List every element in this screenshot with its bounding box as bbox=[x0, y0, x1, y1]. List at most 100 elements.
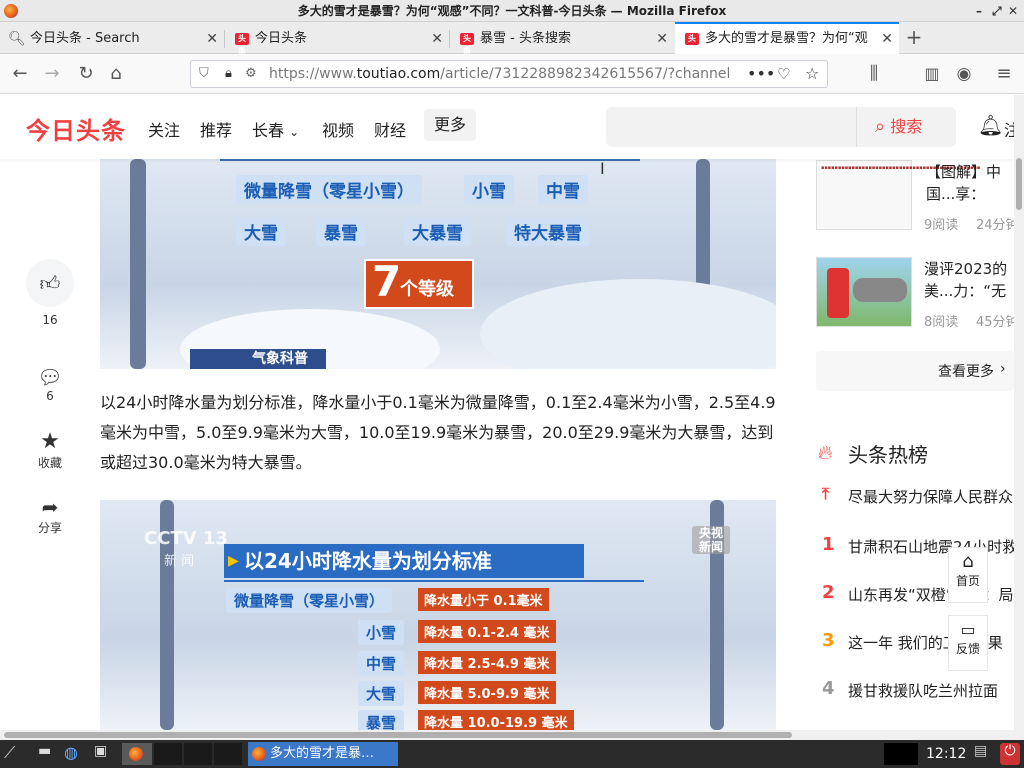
see-more-button[interactable]: 查看更多 › bbox=[816, 351, 1014, 391]
workspace-2[interactable] bbox=[184, 743, 212, 765]
related-title[interactable]: 漫评2023的美...力：“无止境” bbox=[924, 258, 1014, 302]
share-action[interactable]: ➦ 分享 bbox=[26, 495, 74, 536]
nav-toolbar: ← → ↻ ⌂ ⛉ 🔒︎ ⚙ https://www.toutiao.com/a… bbox=[0, 54, 1024, 94]
home-float-button[interactable]: ⌂ 首页 bbox=[948, 547, 988, 603]
windows-icon[interactable]: ▣ bbox=[94, 743, 114, 765]
snow-drift bbox=[480, 279, 776, 369]
heading-underline bbox=[224, 580, 644, 582]
workspace-3[interactable] bbox=[214, 743, 242, 765]
vertical-scrollbar-thumb[interactable] bbox=[1016, 158, 1022, 210]
comment-icon[interactable]: 💬︎ bbox=[26, 365, 74, 389]
bookmark-star-icon[interactable]: ☆ bbox=[805, 61, 819, 87]
tray-area bbox=[884, 743, 918, 765]
url-bar[interactable]: ⛉ 🔒︎ ⚙ https://www.toutiao.com/article/7… bbox=[190, 60, 828, 88]
tab-toutiao-home[interactable]: 头条 今日头条 ✕ bbox=[225, 24, 449, 55]
pocket-icon[interactable]: ♡ bbox=[777, 61, 790, 87]
sidebar-toggle-icon[interactable]: ▥ bbox=[920, 62, 944, 86]
home-icon[interactable]: ⌂ bbox=[104, 62, 128, 86]
favorite-action[interactable]: ★ 收藏 bbox=[26, 429, 74, 471]
feedback-float-button[interactable]: ▭ 反馈 bbox=[948, 615, 988, 671]
workspace-1[interactable] bbox=[154, 743, 182, 765]
precip-amount: 降水量 0.1-2.4 毫米 bbox=[418, 620, 556, 643]
level-badge: 中雪 bbox=[538, 175, 588, 204]
hot-item[interactable]: 援甘救援队吃兰州拉面 bbox=[848, 680, 1014, 701]
reload-icon[interactable]: ↻ bbox=[74, 62, 98, 86]
hot-item[interactable]: 尽最大努力保障人民群众 bbox=[848, 486, 1014, 507]
shield-icon[interactable]: ⛉ bbox=[199, 61, 209, 87]
related-reads: 8阅读 bbox=[924, 315, 959, 330]
nav-more-button[interactable]: 更多 bbox=[424, 109, 476, 141]
hot-item[interactable]: 甘肃积石山地震24小时救 bbox=[848, 536, 1014, 557]
share-icon[interactable]: ➦ bbox=[26, 495, 74, 519]
tab-label: 多大的雪才是暴雪？为何“观 bbox=[705, 31, 868, 46]
cctv-news-logo: 央视 新闻 bbox=[692, 526, 730, 554]
maximize-icon[interactable]: ⤢ bbox=[992, 0, 1002, 22]
star-icon[interactable]: ★ bbox=[26, 429, 74, 454]
nav-finance[interactable]: 财经 bbox=[374, 117, 406, 141]
minimize-icon[interactable]: – bbox=[976, 0, 982, 22]
hot-rank: 4 bbox=[822, 678, 835, 699]
close-tab-icon[interactable]: ✕ bbox=[656, 24, 668, 54]
image-caption-text: 气象科普 bbox=[252, 351, 308, 367]
close-tab-icon[interactable]: ✕ bbox=[206, 24, 218, 54]
start-menu-icon[interactable]: ⟋ bbox=[4, 743, 32, 765]
back-icon[interactable]: ← bbox=[8, 62, 32, 86]
thumbs-up-icon[interactable]: 👍︎ bbox=[26, 259, 74, 307]
menu-icon[interactable]: ≡ bbox=[992, 62, 1016, 86]
related-reads: 9阅读 bbox=[924, 218, 959, 233]
power-icon[interactable]: ⏻ bbox=[1000, 743, 1020, 765]
tab-label: 暴雪 - 头条搜索 bbox=[480, 31, 571, 46]
related-thumbnail[interactable]: ▪▪▪▪▪▪▪▪▪▪▪▪▪▪▪▪▪▪▪▪▪▪▪▪▪▪▪▪▪▪▪▪▪▪▪▪▪▪▪▪… bbox=[816, 160, 980, 230]
search-icon: 🔍︎ bbox=[8, 31, 26, 47]
related-thumbnail[interactable] bbox=[816, 257, 912, 327]
nav-follow[interactable]: 关注 bbox=[148, 117, 180, 141]
level-badge: 小雪 bbox=[464, 175, 514, 204]
heading-underline bbox=[220, 159, 640, 161]
nav-video[interactable]: 视频 bbox=[322, 117, 354, 141]
tab-article[interactable]: 头条 多大的雪才是暴雪？为何“观 ✕ bbox=[675, 22, 899, 55]
globe-icon[interactable]: ◍ bbox=[64, 743, 84, 765]
like-action[interactable]: 👍︎ 16 bbox=[26, 259, 74, 327]
search-button[interactable]: ⌕ 搜索 bbox=[856, 107, 956, 147]
nav-city-label: 长春 bbox=[252, 121, 285, 140]
hot-item[interactable]: 山东再发“双橙”预警：局 bbox=[848, 584, 1014, 605]
tab-blizzard-search[interactable]: 头条 暴雪 - 头条搜索 ✕ bbox=[450, 24, 674, 55]
precip-level: 微量降雪（零星小雪） bbox=[226, 588, 393, 613]
window-title: 多大的雪才是暴雪？为何“观感”不同？一文科普-今日头条 — Mozilla Fi… bbox=[297, 4, 727, 18]
nav-city[interactable]: 长春 ⌄ bbox=[252, 117, 299, 141]
site-logo[interactable]: 今日头条 bbox=[26, 111, 126, 146]
taskbar-window-label: 多大的雪才是暴… bbox=[270, 746, 375, 761]
tray-app-icon[interactable]: ▤ bbox=[974, 743, 990, 765]
library-icon[interactable]: ⫼ bbox=[862, 62, 886, 86]
url-text[interactable]: https://www.toutiao.com/article/73122889… bbox=[269, 61, 729, 87]
file-manager-icon[interactable]: ▬ bbox=[38, 743, 58, 765]
tree-trunk bbox=[130, 159, 146, 369]
like-count: 16 bbox=[42, 313, 58, 327]
hot-item[interactable]: 这一年 我们的工作成果 bbox=[848, 632, 1014, 653]
page-actions-icon[interactable]: ••• bbox=[747, 61, 775, 87]
taskbar-window-button[interactable]: 多大的雪才是暴… bbox=[248, 742, 398, 766]
precip-heading-text: 以24小时降水量为划分标准 bbox=[244, 549, 492, 573]
pinned-icon: ⤒ bbox=[822, 484, 830, 503]
bell-icon[interactable]: 🔔︎ bbox=[978, 113, 1003, 137]
firefox-icon bbox=[129, 747, 143, 761]
horizontal-scrollbar-thumb[interactable] bbox=[4, 732, 792, 738]
tab-search[interactable]: 🔍︎ 今日头条 - Search ✕ bbox=[0, 24, 224, 54]
new-tab-icon[interactable]: + bbox=[902, 25, 926, 49]
close-tab-icon[interactable]: ✕ bbox=[431, 24, 443, 54]
permissions-icon[interactable]: ⚙ bbox=[245, 61, 257, 87]
comment-action[interactable]: 💬︎ 6 bbox=[26, 365, 74, 403]
hot-rank: 3 bbox=[822, 630, 835, 651]
lock-icon[interactable]: 🔒︎ bbox=[225, 61, 232, 87]
precip-level: 暴雪 bbox=[358, 710, 405, 730]
close-window-icon[interactable]: ✕ bbox=[1008, 0, 1018, 22]
forward-icon[interactable]: → bbox=[40, 62, 64, 86]
close-tab-icon[interactable]: ✕ bbox=[881, 24, 893, 54]
firefox-taskbar-icon[interactable] bbox=[122, 743, 152, 765]
search-button-label: 搜索 bbox=[890, 117, 923, 136]
nav-recommend[interactable]: 推荐 bbox=[200, 117, 232, 141]
related-title[interactable]: 【图解】中国...享：2023收获 bbox=[926, 161, 1014, 205]
hot-rank: 2 bbox=[822, 582, 835, 603]
toutiao-icon: 头条 bbox=[685, 33, 699, 55]
account-icon[interactable]: ◉ bbox=[952, 62, 976, 86]
